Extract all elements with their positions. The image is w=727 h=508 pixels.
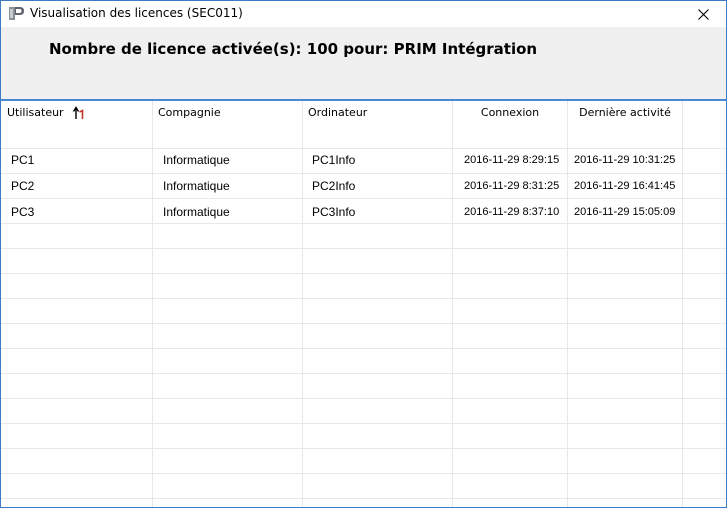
summary-panel: Nombre de licence activée(s): 100 pour: … [1,27,726,101]
column-header-ordinateur[interactable]: Ordinateur [308,101,448,125]
cell-connexion: 2016-11-29 8:29:15 [464,154,560,166]
row-separator [1,373,726,374]
column-header-connexion[interactable]: Connexion [453,101,567,125]
row-separator [1,498,726,499]
license-count-summary: Nombre de licence activée(s): 100 pour: … [49,40,538,58]
cell-compagnie: Informatique [163,205,230,219]
cell-compagnie: Informatique [163,153,230,167]
column-separator [452,101,453,507]
cell-compagnie: Informatique [163,179,230,193]
row-separator [1,298,726,299]
window-title: Visualisation des licences (SEC011) [30,6,243,20]
prim-logo-icon [7,6,25,21]
row-separator [1,423,726,424]
cell-derniere-activite: 2016-11-29 15:05:09 [574,206,676,218]
column-header-derniere-activite[interactable]: Dernière activité [568,101,682,125]
cell-utilisateur: PC1 [11,153,35,167]
cell-ordinateur: PC1Info [312,153,356,167]
row-separator [1,198,726,199]
sort-ascending-icon [73,106,84,119]
close-icon [697,8,709,20]
column-header-compagnie[interactable]: Compagnie [158,101,298,125]
cell-ordinateur: PC3Info [312,205,356,219]
row-separator [1,398,726,399]
row-separator [1,448,726,449]
row-separator [1,323,726,324]
close-button[interactable] [680,1,726,27]
cell-utilisateur: PC3 [11,205,35,219]
column-separator [302,101,303,507]
license-viewer-window: Visualisation des licences (SEC011) Nomb… [0,0,727,508]
cell-connexion: 2016-11-29 8:31:25 [464,180,560,192]
cell-connexion: 2016-11-29 8:37:10 [464,206,560,218]
column-header-utilisateur[interactable]: Utilisateur [7,101,147,125]
cell-derniere-activite: 2016-11-29 10:31:25 [574,154,676,166]
row-separator [1,473,726,474]
row-separator [1,248,726,249]
cell-derniere-activite: 2016-11-29 16:41:45 [574,180,676,192]
column-separator [682,101,683,507]
row-separator [1,348,726,349]
cell-utilisateur: PC2 [11,179,35,193]
title-bar[interactable]: Visualisation des licences (SEC011) [1,1,726,27]
column-separator [567,101,568,507]
row-separator [1,273,726,274]
cell-ordinateur: PC2Info [312,179,356,193]
license-grid[interactable]: Utilisateur Compagnie Ordinateur Connexi… [1,101,726,507]
column-separator [152,101,153,507]
